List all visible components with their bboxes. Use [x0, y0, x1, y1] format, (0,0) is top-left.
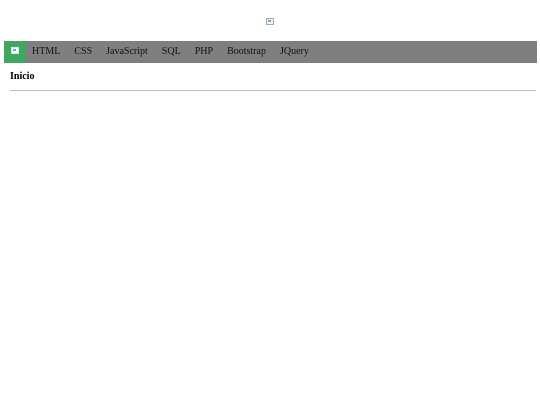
nav-item-javascript[interactable]: JavaScript: [99, 41, 155, 63]
nav-item-sql[interactable]: SQL: [155, 41, 188, 63]
main-navbar: HTML CSS JavaScript SQL PHP Bootstrap JQ…: [4, 41, 537, 63]
nav-item-html[interactable]: HTML: [26, 41, 67, 63]
title-divider: [10, 90, 536, 91]
page-title: Inicio: [10, 71, 35, 82]
nav-item-css[interactable]: CSS: [67, 41, 99, 63]
logo-broken-image-icon: [266, 18, 274, 25]
nav-menu: HTML CSS JavaScript SQL PHP Bootstrap JQ…: [26, 41, 316, 63]
home-button[interactable]: [4, 41, 26, 63]
nav-item-php[interactable]: PHP: [188, 41, 220, 63]
nav-item-bootstrap[interactable]: Bootstrap: [220, 41, 273, 63]
home-broken-image-icon: [11, 47, 19, 54]
site-header: [0, 0, 540, 40]
nav-item-jquery[interactable]: JQuery: [273, 41, 316, 63]
